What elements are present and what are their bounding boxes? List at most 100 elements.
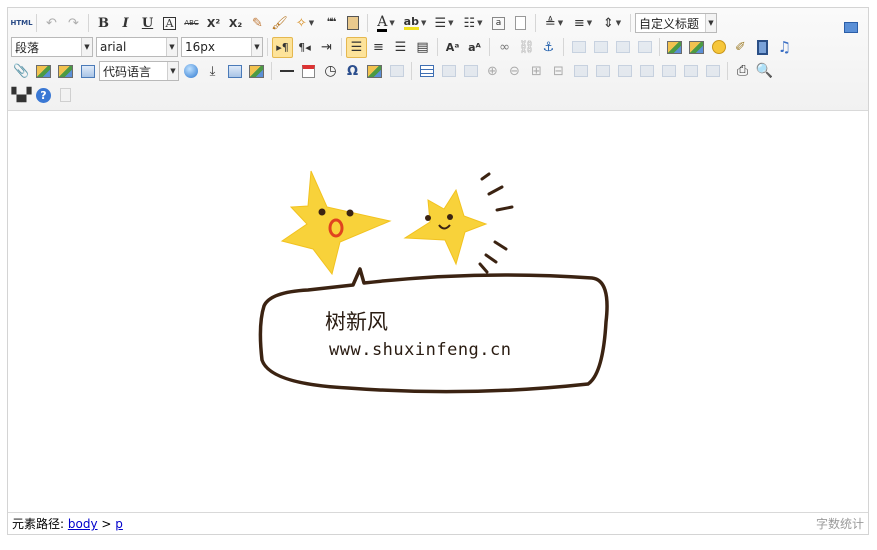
source-html-button[interactable]: HTML <box>10 13 32 34</box>
chart-button[interactable] <box>702 61 723 82</box>
delete-col-button[interactable]: ⊟ <box>548 61 569 82</box>
touppercase-button[interactable]: Aᵃ <box>442 37 463 58</box>
pagebreak-button[interactable]: ⤓ <box>202 61 223 82</box>
backcolor-button[interactable]: ab ▼ <box>401 13 429 34</box>
align-center-button[interactable]: ≡ <box>368 37 389 58</box>
fontfamily-select[interactable]: arial ▼ <box>96 37 178 57</box>
insert-col-button[interactable]: ⊞ <box>526 61 547 82</box>
merge-cells-button[interactable] <box>570 61 591 82</box>
scrawl-button[interactable]: ✐ <box>730 37 751 58</box>
background-button[interactable] <box>246 61 267 82</box>
subscript-icon: X₂ <box>228 16 243 30</box>
underline-button[interactable]: U <box>137 13 158 34</box>
insert-row-icon: ⊕ <box>487 63 498 79</box>
insert-frame-button[interactable] <box>77 61 98 82</box>
delete-col-icon: ⊟ <box>553 63 564 79</box>
editor-content-area[interactable]: 树新风 www.shuxinfeng.cn <box>8 112 868 512</box>
drafts-button[interactable] <box>55 85 76 106</box>
align-left-button[interactable]: ☰ <box>346 36 367 58</box>
blockquote-button[interactable]: ❝❝ <box>320 13 341 34</box>
ordered-list-button[interactable]: ☰ ▼ <box>430 13 458 34</box>
fontborder-button[interactable]: A <box>159 13 180 34</box>
merge-down-button[interactable] <box>614 61 635 82</box>
undo-button[interactable]: ↶ <box>41 13 62 34</box>
align-justify-button[interactable]: ▤ <box>412 37 433 58</box>
paste-plain-button[interactable] <box>342 13 363 34</box>
subscript-button[interactable]: X₂ <box>225 13 246 34</box>
snapscreen-button[interactable] <box>364 61 385 82</box>
cleardoc-button[interactable] <box>510 13 531 34</box>
split-cells-button[interactable] <box>636 61 657 82</box>
music-button[interactable]: ♫ <box>774 37 795 58</box>
superscript-button[interactable]: X² <box>203 13 224 34</box>
split-rows-button[interactable] <box>658 61 679 82</box>
image-center-button[interactable] <box>634 37 655 58</box>
path-link-body[interactable]: body <box>68 517 98 531</box>
preview-button[interactable]: 🔍 <box>754 61 775 82</box>
time-button[interactable]: ◷ <box>320 61 341 82</box>
fontsize-select[interactable]: 16px ▼ <box>181 37 263 57</box>
strikethrough-button[interactable]: ABC <box>181 13 202 34</box>
lineheight-button[interactable]: ⇕ ▼ <box>598 13 626 34</box>
rowspacing-top-button[interactable]: ≜ ▼ <box>540 13 568 34</box>
insert-row-button[interactable]: ⊕ <box>482 61 503 82</box>
fullscreen-button[interactable] <box>840 17 861 38</box>
code-language-select[interactable]: 代码语言 ▼ <box>99 61 179 81</box>
ltr-direction-button[interactable]: ▸¶ <box>272 36 293 58</box>
tolowercase-button[interactable]: aᴬ <box>464 37 485 58</box>
paragraph-before-table-icon <box>463 65 478 77</box>
align-right-button[interactable]: ☰ <box>390 37 411 58</box>
insert-image-button[interactable] <box>686 37 707 58</box>
path-link-p[interactable]: p <box>115 517 123 531</box>
date-button[interactable] <box>298 61 319 82</box>
wordimage-button[interactable] <box>386 61 407 82</box>
rowspacing-bottom-button[interactable]: ≡ ▼ <box>569 13 597 34</box>
redo-button[interactable]: ↷ <box>63 13 84 34</box>
unlink-button[interactable]: ⛓ <box>516 37 537 58</box>
illustration-url: www.shuxinfeng.cn <box>329 340 512 360</box>
horizontal-line-icon <box>279 70 294 72</box>
unordered-list-button[interactable]: ☷ ▼ <box>459 13 487 34</box>
simple-upload-button[interactable] <box>664 37 685 58</box>
insert-video-button[interactable] <box>752 37 773 58</box>
link-button[interactable]: ∞ <box>494 37 515 58</box>
search-replace-button[interactable]: ▚▞ <box>11 85 32 106</box>
print-button[interactable]: ⎙ <box>732 61 753 82</box>
special-char-button[interactable]: Ω <box>342 61 363 82</box>
delete-row-button[interactable]: ⊖ <box>504 61 525 82</box>
align-center-icon: ≡ <box>373 39 384 55</box>
delete-table-button[interactable] <box>438 61 459 82</box>
image-right-button[interactable] <box>612 37 633 58</box>
split-cols-button[interactable] <box>680 61 701 82</box>
fontborder-icon: A <box>162 16 177 30</box>
paragraph-select[interactable]: 段落 ▼ <box>11 37 93 57</box>
insert-table-button[interactable] <box>416 61 437 82</box>
merge-right-button[interactable] <box>592 61 613 82</box>
image-left-button[interactable] <box>590 37 611 58</box>
map-button[interactable] <box>33 61 54 82</box>
emotion-button[interactable] <box>708 37 729 58</box>
horizontal-rule-button[interactable] <box>276 61 297 82</box>
indent-button[interactable]: ⇥ <box>316 37 337 58</box>
gmap-button[interactable] <box>55 61 76 82</box>
anchor-button[interactable]: ⚓ <box>538 37 559 58</box>
redo-icon: ↷ <box>68 15 79 31</box>
help-button[interactable]: ? <box>33 85 54 106</box>
format-brush-button[interactable]: 🖌 <box>269 13 290 34</box>
eraser-button[interactable]: ✎ <box>247 13 268 34</box>
custom-title-select[interactable]: 自定义标题 ▼ <box>635 13 717 33</box>
bold-button[interactable]: B <box>93 13 114 34</box>
forecolor-button[interactable]: A ▼ <box>372 13 400 34</box>
selectall-button[interactable]: a <box>488 13 509 34</box>
insert-paragraph-before-table-button[interactable] <box>460 61 481 82</box>
image-none-button[interactable] <box>568 37 589 58</box>
italic-button[interactable]: I <box>115 13 136 34</box>
attachment-button[interactable]: 📎 <box>11 61 32 82</box>
rtl-direction-button[interactable]: ¶◂ <box>294 37 315 58</box>
editor-statusbar: 元素路径: body > p 字数统计 <box>8 512 868 534</box>
printer-icon: ⎙ <box>736 63 749 79</box>
toolbar-row-2: 段落 ▼ arial ▼ 16px ▼ ▸¶ ¶◂ ⇥ ☰ ≡ ☰ ▤ Aᵃ a… <box>11 36 865 58</box>
template-button[interactable] <box>224 61 245 82</box>
webapp-button[interactable] <box>180 61 201 82</box>
autotypeset-button[interactable]: ✧ ▼ <box>291 13 319 34</box>
